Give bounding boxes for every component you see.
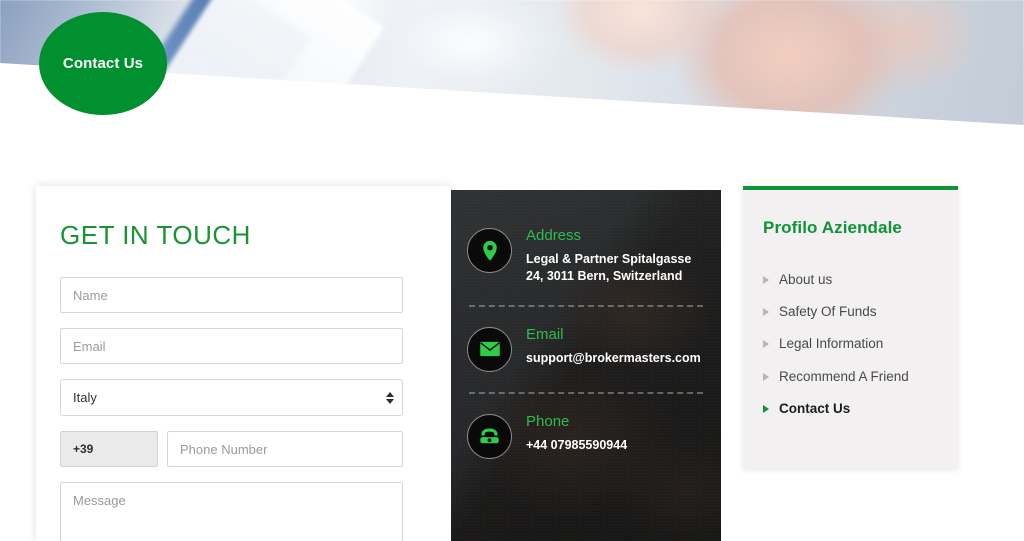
sidebar-item-safety-of-funds[interactable]: Safety Of Funds: [763, 296, 938, 328]
country-select-wrap: Italy: [60, 379, 403, 416]
info-label-address: Address: [526, 227, 582, 244]
info-text-address: Address Legal & Partner Spitalgasse 24, …: [526, 226, 705, 285]
caret-right-icon: [763, 340, 769, 349]
caret-right-icon: [763, 404, 769, 413]
caret-right-icon: [763, 308, 769, 317]
sidebar-title: Profilo Aziendale: [763, 218, 902, 237]
sidebar-item-recommend-a-friend[interactable]: Recommend A Friend: [763, 361, 938, 393]
sidebar-item-about-us[interactable]: About us: [763, 264, 938, 296]
info-text-email: Email support@brokermasters.com: [526, 325, 701, 367]
email-input[interactable]: [60, 328, 403, 364]
sidebar-item-label: Legal Information: [779, 336, 884, 352]
info-text-phone: Phone +44 07985590944: [526, 412, 627, 454]
info-label-phone: Phone: [526, 412, 570, 430]
info-items: Address Legal & Partner Spitalgasse 24, …: [451, 190, 721, 541]
contact-us-bubble-label: Contact Us: [62, 55, 144, 72]
info-item-email: Email support@brokermasters.com: [467, 325, 705, 372]
sidebar-item-label: Contact Us: [779, 400, 851, 416]
contact-info-panel: Address Legal & Partner Spitalgasse 24, …: [451, 190, 721, 541]
message-textarea[interactable]: [60, 482, 403, 541]
caret-right-icon: [763, 276, 769, 285]
get-in-touch-card: GET IN TOUCH Italy +39: [36, 186, 451, 541]
name-input[interactable]: [60, 277, 403, 313]
location-pin-icon: [467, 228, 512, 273]
info-separator-1: [469, 304, 703, 307]
phone-prefix-field: +39: [60, 431, 158, 467]
contact-us-bubble[interactable]: Contact Us: [39, 12, 167, 115]
info-item-address: Address Legal & Partner Spitalgasse 24, …: [467, 226, 705, 285]
caret-right-icon: [763, 372, 769, 381]
contact-page: Contact Us GET IN TOUCH Italy +39: [0, 0, 1024, 541]
info-value-address: Legal & Partner Spitalgasse 24, 3011 Ber…: [526, 252, 692, 283]
sidebar-list: About us Safety Of Funds Legal Informati…: [763, 264, 938, 425]
info-label-email: Email: [526, 325, 564, 343]
info-item-phone: Phone +44 07985590944: [467, 412, 705, 459]
country-select[interactable]: Italy: [60, 379, 403, 416]
sidebar-item-label: Safety Of Funds: [779, 304, 877, 320]
envelope-icon: [467, 326, 512, 372]
sidebar-item-label: Recommend A Friend: [779, 368, 909, 384]
phone-number-input[interactable]: [167, 431, 403, 467]
info-value-phone: +44 07985590944: [526, 437, 628, 452]
sidebar-item-legal-information[interactable]: Legal Information: [763, 328, 938, 360]
sidebar-item-contact-us[interactable]: Contact Us: [763, 393, 938, 425]
info-value-email: support@brokermasters.com: [526, 350, 701, 365]
info-separator-2: [469, 391, 703, 394]
sidebar-item-label: About us: [779, 272, 833, 287]
phone-row: +39: [60, 431, 427, 467]
telephone-icon: [467, 413, 512, 459]
page-title: GET IN TOUCH: [60, 220, 251, 250]
profilo-aziendale-widget: Profilo Aziendale About us Safety Of Fun…: [743, 186, 958, 469]
